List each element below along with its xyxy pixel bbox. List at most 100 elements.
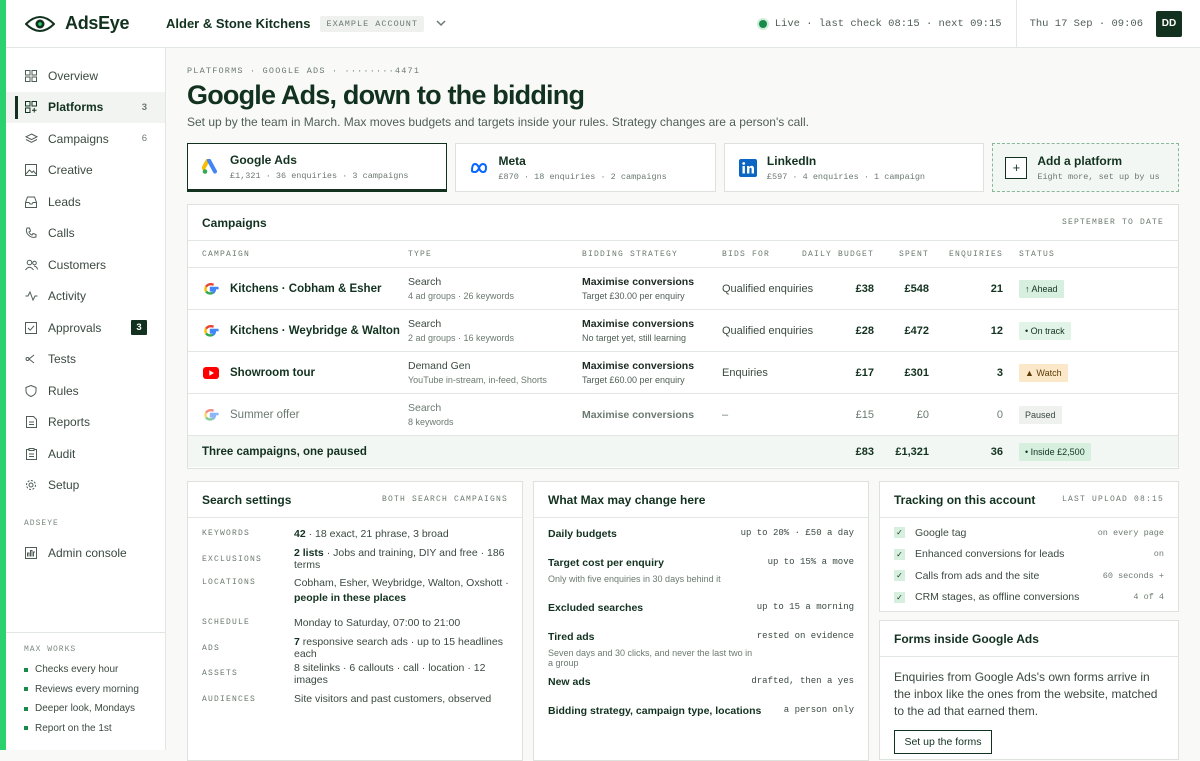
table-row[interactable]: Kitchens · Weybridge & Walton Search 2 ad… — [188, 310, 1178, 352]
sidebar-item-label: Approvals — [48, 320, 102, 335]
live-status-text: Live · last check 08:15 · next 09:15 — [774, 17, 1002, 30]
spent: £472 — [904, 324, 929, 337]
campaign-name[interactable]: Showroom tour — [230, 367, 315, 379]
daily-budget: £28 — [855, 324, 874, 337]
bidding-strategy: Maximise conversions — [582, 360, 695, 372]
sidebar-item-tests[interactable]: Tests — [6, 344, 165, 376]
setting-key: KEYWORDS — [202, 529, 251, 539]
enquiries: 3 — [996, 366, 1003, 379]
add-platform-button[interactable]: + Add a platform Eight more, set up by us — [992, 143, 1179, 192]
check-icon: ✓ — [894, 591, 905, 603]
sidebar-item-customers[interactable]: Customers — [6, 249, 165, 281]
sidebar-item-label: Customers — [48, 257, 107, 272]
permission-row[interactable]: Bidding strategy, campaign type, locatio… — [534, 705, 868, 734]
live-status: Live · last check 08:15 · next 09:15 — [758, 17, 1016, 30]
grid-icon — [24, 69, 38, 83]
column-header[interactable]: SPENT — [874, 250, 929, 259]
sidebar-item-admin-console[interactable]: Admin console — [6, 537, 165, 569]
sidebar-item-platforms[interactable]: Platforms 3 — [6, 91, 165, 123]
permission-row[interactable]: Target cost per enquiry Only with five en… — [534, 557, 868, 602]
setting-value-strong: people in these places — [294, 592, 407, 604]
tracking-row: ✓ Enhanced conversions for leads on — [880, 544, 1178, 566]
permission-row[interactable]: Tired ads Seven days and 30 clicks, and n… — [534, 631, 868, 676]
campaign-name[interactable]: Summer offer — [230, 409, 299, 421]
setting-value-strong: 42 — [294, 527, 306, 540]
inbox-icon — [24, 195, 38, 209]
bids-for: Enquiries — [722, 366, 768, 379]
setting-row[interactable]: AUDIENCES Site visitors and past customer… — [188, 687, 522, 713]
setting-row[interactable]: EXCLUSIONS 2 lists · Jobs and training, D… — [188, 547, 522, 573]
tracking-value: 4 of 4 — [1133, 592, 1164, 603]
daily-budget: £15 — [855, 408, 874, 421]
avatar[interactable]: DD — [1156, 10, 1182, 37]
table-row[interactable]: Summer offer Search 8 keywords Maximise c… — [188, 394, 1178, 436]
sidebar-item-rules[interactable]: Rules — [6, 375, 165, 407]
table-row[interactable]: Showroom tour Demand Gen YouTube in-strea… — [188, 352, 1178, 394]
sidebar-item-reports[interactable]: Reports — [6, 407, 165, 439]
column-header[interactable]: ENQUIRIES — [929, 250, 1003, 259]
sidebar-item-audit[interactable]: Audit — [6, 438, 165, 470]
current-date: Thu 17 Sep · 09:06 — [1029, 17, 1143, 30]
bids-for: – — [722, 408, 729, 421]
column-header[interactable]: BIDDING STRATEGY — [582, 250, 722, 259]
eye-logo-icon — [25, 15, 55, 32]
setting-row[interactable]: LOCATIONS Cobham, Esher, Weybridge, Walto… — [188, 572, 522, 610]
table-row[interactable]: Kitchens · Cobham & Esher Search 4 ad gro… — [188, 268, 1178, 310]
tracking-label: Google tag — [915, 526, 967, 539]
breadcrumb: PLATFORMS · GOOGLE ADS · ········4471 — [187, 66, 421, 76]
setting-value-strong: 2 lists — [294, 547, 324, 560]
bidding-strategy: Maximise conversions — [582, 408, 695, 421]
campaign-type-detail: YouTube in-stream, in-feed, Shorts — [408, 375, 547, 385]
bidding-target: Target £60.00 per enquiry — [582, 375, 685, 385]
sidebar-item-label: Tests — [48, 352, 77, 367]
permission-limit: up to 15 a morning — [756, 602, 854, 612]
sidebar-item-approvals[interactable]: Approvals 3 — [6, 312, 165, 344]
sidebar-item-leads[interactable]: Leads — [6, 186, 165, 218]
column-header[interactable]: TYPE — [408, 250, 582, 259]
sidebar-item-creative[interactable]: Creative — [6, 155, 165, 187]
plus-icon: + — [1005, 156, 1028, 179]
budget-status-badge: • Inside £2,500 — [1019, 443, 1091, 461]
enquiries: 12 — [990, 324, 1003, 337]
setting-key: LOCATIONS — [202, 578, 257, 587]
column-header[interactable]: STATUS — [1003, 250, 1103, 259]
permission-row[interactable]: Excluded searches up to 15 a morning — [534, 602, 868, 631]
forms-description: Enquiries from Google Ads's own forms ar… — [894, 670, 1158, 718]
sidebar-item-label: Activity — [48, 289, 87, 304]
platform-card-meta[interactable]: Meta £870 · 18 enquiries · 2 campaigns — [455, 143, 716, 192]
setting-row[interactable]: ADS 7 responsive search ads · up to 15 he… — [188, 636, 522, 662]
logo[interactable]: AdsEye — [6, 13, 166, 34]
chevron-down-icon — [436, 20, 446, 27]
column-header[interactable]: DAILY BUDGET — [792, 250, 874, 259]
setting-row[interactable]: KEYWORDS 42 · 18 exact, 21 phrase, 3 broa… — [188, 521, 522, 547]
sidebar-item-campaigns[interactable]: Campaigns 6 — [6, 123, 165, 155]
status-badge: • On track — [1019, 322, 1071, 340]
column-header[interactable]: CAMPAIGN — [188, 250, 408, 259]
max-works-panel: MAX WORKS Checks every hour Reviews ever… — [6, 632, 165, 750]
platform-card-google-ads[interactable]: Google Ads £1,321 · 36 enquiries · 3 camp… — [187, 143, 448, 192]
permission-row[interactable]: New ads drafted, then a yes — [534, 676, 868, 705]
tracking-label: CRM stages, as offline conversions — [915, 591, 1080, 604]
setting-row[interactable]: SCHEDULE Monday to Saturday, 07:00 to 21:… — [188, 610, 522, 636]
campaign-type-detail: 2 ad groups · 16 keywords — [408, 333, 515, 343]
permission-limit: up to 15% a move — [767, 557, 854, 567]
platform-meta: £1,321 · 36 enquiries · 3 campaigns — [230, 170, 409, 181]
campaign-type: Search — [408, 402, 442, 414]
platform-card-linkedin[interactable]: LinkedIn £597 · 4 enquiries · 1 campaign — [723, 143, 985, 192]
permission-row[interactable]: Daily budgets up to 20% · £50 a day — [534, 528, 868, 557]
sidebar-item-setup[interactable]: Setup — [6, 470, 165, 502]
setting-row[interactable]: ASSETS 8 sitelinks · 6 callouts · call · … — [188, 661, 522, 687]
status-badge: ↑ Ahead — [1019, 280, 1064, 298]
search-settings-title: Search settings — [202, 492, 292, 507]
sidebar-item-overview[interactable]: Overview — [6, 60, 165, 92]
max-changes-title: What Max may change here — [548, 492, 706, 507]
sidebar-item-label: Campaigns — [48, 131, 109, 146]
campaign-name[interactable]: Kitchens · Cobham & Esher — [230, 283, 381, 295]
sidebar-item-calls[interactable]: Calls — [6, 218, 165, 250]
account-switcher[interactable]: Alder & Stone Kitchens EXAMPLE ACCOUNT — [166, 15, 446, 32]
campaign-name[interactable]: Kitchens · Weybridge & Walton — [230, 325, 400, 337]
set-up-forms-button[interactable]: Set up the forms — [894, 730, 992, 754]
tracking-row: ✓ CRM stages, as offline conversions 4 of … — [880, 587, 1178, 609]
setting-key: ASSETS — [202, 669, 239, 679]
sidebar-item-activity[interactable]: Activity — [6, 281, 165, 313]
